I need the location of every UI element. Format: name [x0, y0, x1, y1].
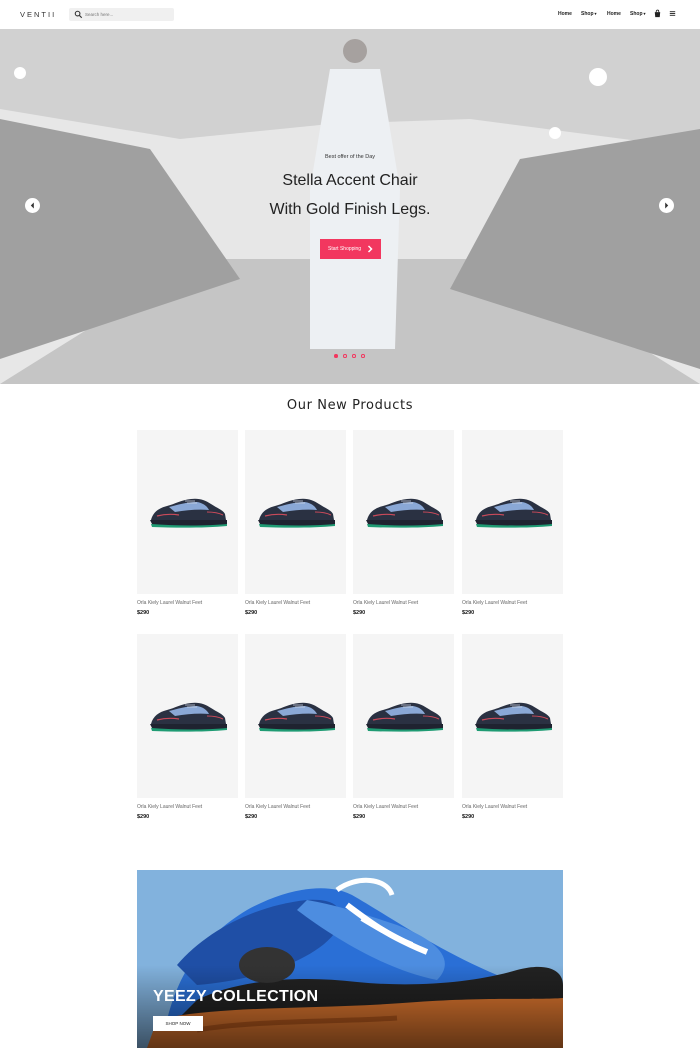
hero-title-line-1: Stella Accent Chair [282, 172, 418, 189]
slide-dot-4[interactable] [361, 354, 365, 358]
hero-kicker: Best offer of the Day [324, 154, 376, 160]
nav-shop[interactable]: Shop▾ [581, 11, 597, 17]
sneaker-image [258, 498, 335, 528]
product-image[interactable] [245, 430, 346, 594]
product-price: $290 [137, 610, 150, 616]
start-shopping-button[interactable]: Start Shopping [320, 239, 381, 259]
product-price: $290 [462, 814, 475, 820]
product-image[interactable] [462, 634, 563, 798]
sneaker-image [150, 702, 227, 732]
product-price: $290 [462, 610, 475, 616]
search-icon[interactable] [74, 10, 83, 19]
sneaker-image [366, 498, 443, 528]
product-name[interactable]: Orla Kiely Laurel Walnut Feet [462, 804, 527, 810]
yeezy-collection-banner[interactable]: YEEZY COLLECTION SHOP NOW [137, 870, 563, 1048]
sneaker-image [475, 702, 552, 732]
menu-icon[interactable] [668, 9, 677, 18]
product-card[interactable]: Orla Kiely Laurel Walnut Feet $290 [462, 634, 563, 824]
product-card[interactable]: Orla Kiely Laurel Walnut Feet $290 [245, 634, 346, 824]
slide-dot-2[interactable] [343, 354, 347, 358]
product-card[interactable]: Orla Kiely Laurel Walnut Feet $290 [245, 430, 346, 620]
product-price: $290 [353, 814, 366, 820]
sneaker-image [475, 498, 552, 528]
chevron-right-icon [665, 202, 669, 209]
product-image[interactable] [353, 634, 454, 798]
product-card[interactable]: Orla Kiely Laurel Walnut Feet $290 [137, 634, 238, 824]
banner-title: YEEZY COLLECTION [153, 988, 319, 1005]
bag-icon[interactable] [653, 9, 662, 18]
slide-dot-3[interactable] [352, 354, 356, 358]
nav-home-2[interactable]: Home [607, 11, 621, 17]
arrow-right-icon [367, 245, 373, 253]
site-logo[interactable]: VENTII [20, 10, 56, 19]
search-box[interactable] [69, 8, 174, 21]
product-name[interactable]: Orla Kiely Laurel Walnut Feet [353, 804, 418, 810]
sneaker-image [150, 498, 227, 528]
banner-shade [137, 965, 563, 1048]
hero-prev-button[interactable] [25, 198, 40, 213]
nav-home[interactable]: Home [558, 11, 572, 17]
shop-now-button[interactable]: SHOP NOW [153, 1016, 203, 1031]
sneaker-image [366, 702, 443, 732]
hero-slider: Best offer of the Day Stella Accent Chai… [0, 29, 700, 384]
start-shopping-label: Start Shopping [328, 246, 362, 252]
product-image[interactable] [245, 634, 346, 798]
chevron-left-icon [30, 202, 34, 209]
product-price: $290 [137, 814, 150, 820]
product-card[interactable]: Orla Kiely Laurel Walnut Feet $290 [353, 634, 454, 824]
sneaker-image [258, 702, 335, 732]
hero-next-button[interactable] [659, 198, 674, 213]
product-name[interactable]: Orla Kiely Laurel Walnut Feet [245, 600, 310, 606]
product-price: $290 [353, 610, 366, 616]
product-price: $290 [245, 610, 258, 616]
site-header: VENTII Home Shop▾ Home Shop▾ [0, 0, 700, 29]
nav-shop-2[interactable]: Shop▾ [630, 11, 646, 17]
product-image[interactable] [137, 430, 238, 594]
product-card[interactable]: Orla Kiely Laurel Walnut Feet $290 [137, 430, 238, 620]
product-name[interactable]: Orla Kiely Laurel Walnut Feet [245, 804, 310, 810]
chevron-down-icon: ▾ [594, 11, 597, 16]
product-image[interactable] [462, 430, 563, 594]
chevron-down-icon: ▾ [643, 11, 646, 16]
hero-title-line-2: With Gold Finish Legs. [269, 201, 431, 218]
product-card[interactable]: Orla Kiely Laurel Walnut Feet $290 [353, 430, 454, 620]
product-name[interactable]: Orla Kiely Laurel Walnut Feet [462, 600, 527, 606]
product-price: $290 [245, 814, 258, 820]
search-input[interactable] [85, 8, 171, 21]
slide-dot-1[interactable] [334, 354, 338, 358]
product-image[interactable] [353, 430, 454, 594]
product-card[interactable]: Orla Kiely Laurel Walnut Feet $290 [462, 430, 563, 620]
product-image[interactable] [137, 634, 238, 798]
product-name[interactable]: Orla Kiely Laurel Walnut Feet [137, 600, 202, 606]
new-products-heading: Our New Products [286, 398, 414, 413]
product-name[interactable]: Orla Kiely Laurel Walnut Feet [137, 804, 202, 810]
product-name[interactable]: Orla Kiely Laurel Walnut Feet [353, 600, 418, 606]
